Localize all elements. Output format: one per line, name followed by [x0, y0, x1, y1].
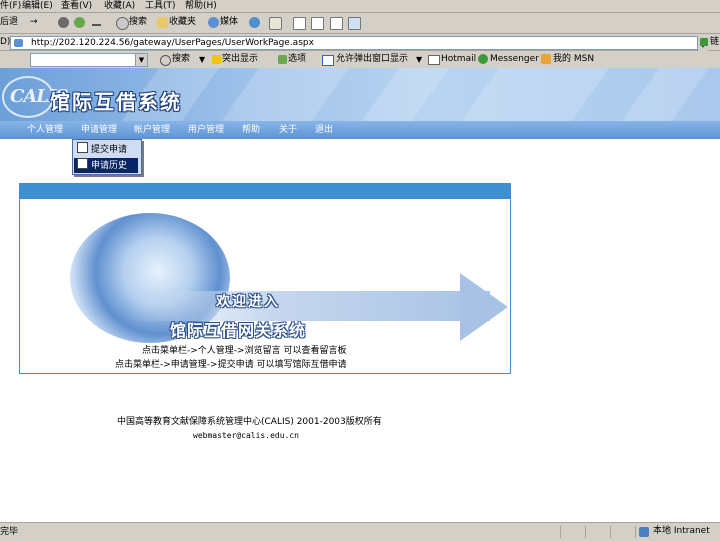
favorites-button[interactable]: 收藏夹 — [169, 16, 196, 29]
toolbar: 后退 → 搜索 收藏夹 媒体 — [0, 13, 720, 34]
messenger-icon[interactable] — [348, 17, 361, 30]
security-zone: 本地 Intranet — [653, 526, 710, 536]
highlight-icon — [212, 55, 221, 64]
menu-bar: 件(F) 编辑(E) 查看(V) 收藏(A) 工具(T) 帮助(H) — [0, 0, 720, 13]
main-nav: 个人管理 申请管理 帐户管理 用户管理 帮助 关于 退出 — [0, 121, 720, 139]
popup-icon — [322, 55, 334, 66]
home-icon[interactable] — [92, 17, 101, 26]
options-icon — [278, 55, 287, 64]
stop-icon[interactable] — [58, 17, 69, 28]
edit-icon[interactable] — [311, 17, 324, 30]
discuss-icon[interactable] — [330, 17, 343, 30]
media-button[interactable]: 媒体 — [220, 16, 238, 29]
content-header-bar — [19, 183, 511, 198]
nav-about[interactable]: 关于 — [279, 124, 297, 136]
dropdown-item-submit-label: 提交申请 — [91, 145, 128, 155]
highlight-button[interactable]: 突出显示 — [222, 53, 258, 66]
search-button[interactable]: 搜索 — [129, 16, 147, 29]
links-bar: ▼ 搜索 ▼ 突出显示 选项 允许弹出窗口显示 ▼ Hotmail Messen… — [0, 51, 720, 69]
research-icon[interactable] — [366, 17, 377, 28]
footer-copyright: 中国高等教育文献保障系统管理中心(CALIS) 2001-2003版权所有 — [117, 417, 382, 427]
nav-requests[interactable]: 申请管理 — [81, 124, 117, 136]
nav-accounts[interactable]: 帐户管理 — [134, 124, 170, 136]
address-input[interactable]: http://202.120.224.56/gateway/UserPages/… — [10, 36, 708, 51]
popup-dropdown-icon[interactable]: ▼ — [416, 53, 422, 66]
requests-dropdown: 提交申请 申请历史 — [72, 139, 142, 175]
address-label: D) — [0, 37, 11, 47]
favorites-icon[interactable] — [157, 17, 168, 28]
links-label[interactable]: 链 — [710, 36, 719, 48]
welcome-heading: 欢迎进入 — [216, 294, 280, 310]
menu-file[interactable]: 件(F) — [0, 0, 21, 12]
history-list-icon — [77, 158, 88, 169]
help-text-submit: 点击菜单栏->申请管理->提交申请 可以填写馆际互借申请 — [115, 360, 347, 370]
print-icon[interactable] — [293, 17, 306, 30]
menu-help[interactable]: 帮助(H) — [185, 0, 217, 12]
forward-button[interactable]: → — [30, 16, 38, 29]
search-icon[interactable] — [116, 17, 129, 30]
links-search-input[interactable]: ▼ — [30, 53, 148, 67]
msn-link[interactable]: 我的 MSN — [553, 53, 594, 66]
links-search-button[interactable]: 搜索 — [172, 53, 190, 66]
status-bar: 完毕 本地 Intranet — [0, 522, 720, 541]
welcome-panel: 欢迎进入 馆际互借网关系统 点击菜单栏->个人管理->浏览留言 可以查看留言板 … — [19, 198, 511, 374]
page-icon — [14, 39, 23, 47]
menu-edit[interactable]: 编辑(E) — [22, 0, 53, 12]
hotmail-icon — [428, 55, 440, 65]
history-icon[interactable] — [249, 17, 260, 28]
refresh-icon[interactable] — [74, 17, 85, 28]
nav-logout[interactable]: 退出 — [315, 124, 333, 136]
dropdown-item-submit[interactable]: 提交申请 — [77, 142, 127, 157]
help-text-messages: 点击菜单栏->个人管理->浏览留言 可以查看留言板 — [142, 346, 347, 356]
links-search-dropdown-icon-2[interactable]: ▼ — [199, 53, 205, 66]
popup-button[interactable]: 允许弹出窗口显示 — [336, 53, 408, 66]
menu-favorites[interactable]: 收藏(A) — [104, 0, 135, 12]
site-title: 馆际互借系统 — [50, 90, 182, 114]
hotmail-link[interactable]: Hotmail — [441, 53, 476, 66]
dropdown-item-history[interactable]: 申请历史 — [74, 158, 138, 173]
arrow-head — [460, 273, 508, 341]
form-icon — [77, 142, 88, 153]
intranet-icon — [639, 527, 649, 537]
footer-email[interactable]: webmaster@calis.edu.cn — [193, 430, 299, 442]
back-button[interactable]: 后退 — [0, 16, 18, 29]
welcome-system-name: 馆际互借网关系统 — [170, 321, 307, 340]
nav-users[interactable]: 用户管理 — [188, 124, 224, 136]
dropdown-item-history-label: 申请历史 — [91, 161, 128, 171]
messenger-link[interactable]: Messenger — [490, 53, 539, 66]
site-banner: CALIS 馆际互借系统 — [0, 68, 720, 122]
messenger-icon — [478, 54, 488, 64]
nav-personal[interactable]: 个人管理 — [27, 124, 63, 136]
media-icon[interactable] — [208, 17, 219, 28]
menu-tools[interactable]: 工具(T) — [145, 0, 176, 12]
address-url[interactable]: http://202.120.224.56/gateway/UserPages/… — [31, 37, 314, 49]
status-text: 完毕 — [0, 527, 19, 537]
go-icon[interactable] — [700, 38, 708, 46]
links-search-dropdown-icon[interactable]: ▼ — [135, 54, 147, 66]
options-button[interactable]: 选项 — [288, 53, 306, 66]
menu-view[interactable]: 查看(V) — [61, 0, 92, 12]
address-bar: D) http://202.120.224.56/gateway/UserPag… — [0, 34, 720, 51]
links-search-icon — [160, 55, 171, 66]
mail-icon[interactable] — [269, 17, 282, 30]
nav-help[interactable]: 帮助 — [242, 124, 260, 136]
msn-icon — [541, 54, 551, 64]
